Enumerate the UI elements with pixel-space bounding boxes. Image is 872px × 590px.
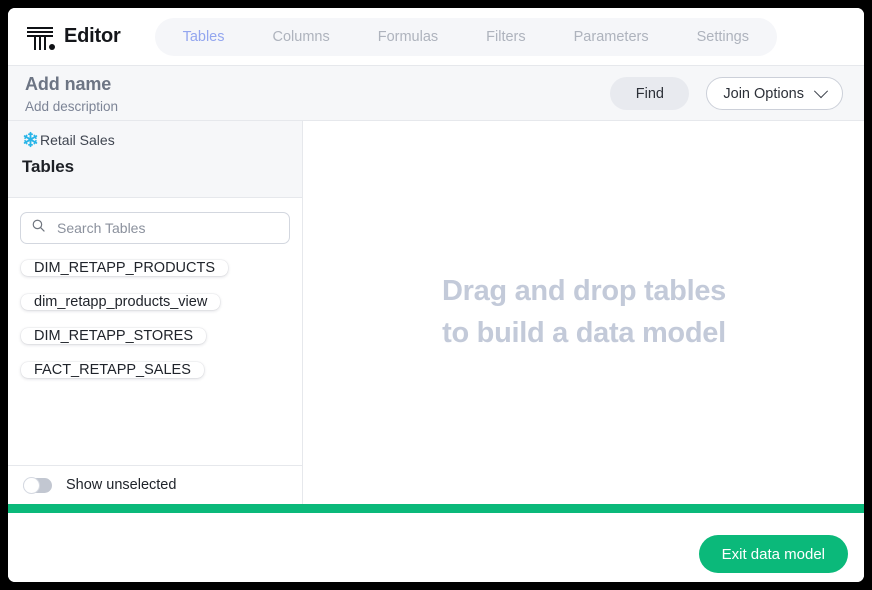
data-source[interactable]: Retail Sales [22, 131, 302, 148]
search-tables-input[interactable] [55, 219, 259, 237]
table-chip[interactable]: DIM_RETAPP_PRODUCTS [21, 260, 229, 276]
sidebar-heading: Tables [22, 157, 74, 176]
brand: Editor [25, 22, 121, 52]
app-title: Editor [64, 25, 121, 47]
tab-filters[interactable]: Filters [462, 18, 549, 56]
tab-bar: Tables Columns Formulas Filters Paramete… [154, 17, 777, 56]
tab-tables[interactable]: Tables [159, 18, 249, 56]
tab-settings[interactable]: Settings [673, 18, 773, 56]
sidebar-header: Retail Sales Tables [8, 121, 302, 198]
search-tables-container[interactable] [20, 212, 290, 244]
model-description-field[interactable]: Add description [25, 99, 118, 114]
chevron-down-icon [813, 83, 829, 98]
tab-parameters[interactable]: Parameters [550, 18, 673, 56]
tab-columns[interactable]: Columns [249, 18, 354, 56]
show-unselected-toggle[interactable] [23, 476, 52, 494]
sidebar-footer: Show unselected [8, 465, 302, 504]
accent-divider [8, 504, 864, 513]
tab-formulas[interactable]: Formulas [354, 18, 462, 56]
bottom-action-bar: Exit data model [8, 513, 864, 582]
tables-sidebar: Retail Sales Tables DIM_RETAPP_PRODUCTS … [8, 121, 303, 504]
table-chip[interactable]: dim_retapp_products_view [21, 294, 221, 310]
find-button[interactable]: Find [610, 77, 690, 110]
device-frame: Editor Tables Columns Formulas Filters P… [0, 0, 872, 590]
search-icon [31, 218, 46, 238]
tables-list: DIM_RETAPP_PRODUCTS dim_retapp_products_… [8, 260, 302, 396]
editor-column-logo-icon [25, 22, 55, 52]
table-chip[interactable]: DIM_RETAPP_STORES [21, 328, 207, 344]
snowflake-icon [22, 131, 39, 148]
top-navigation-bar: Editor Tables Columns Formulas Filters P… [8, 8, 864, 66]
app-window: Editor Tables Columns Formulas Filters P… [8, 8, 864, 582]
exit-data-model-button[interactable]: Exit data model [698, 535, 848, 573]
canvas-hint-line-1: Drag and drop tables [441, 275, 727, 308]
join-options-button[interactable]: Join Options [706, 77, 843, 110]
toolbar-actions: Find Join Options [610, 77, 843, 110]
canvas-hint-line-2: to build a data model [442, 316, 726, 349]
canvas-empty-hint: Drag and drop tables to build a data mod… [442, 271, 726, 353]
table-chip[interactable]: FACT_RETAPP_SALES [21, 362, 204, 378]
data-source-name: Retail Sales [40, 131, 115, 148]
data-model-canvas[interactable]: Drag and drop tables to build a data mod… [304, 121, 864, 504]
model-meta: Add name Add description [25, 74, 118, 114]
toggle-knob [23, 476, 40, 494]
model-toolbar: Add name Add description Find Join Optio… [8, 66, 864, 121]
join-options-label: Join Options [723, 85, 804, 102]
model-name-field[interactable]: Add name [25, 74, 118, 95]
show-unselected-label: Show unselected [66, 477, 177, 493]
